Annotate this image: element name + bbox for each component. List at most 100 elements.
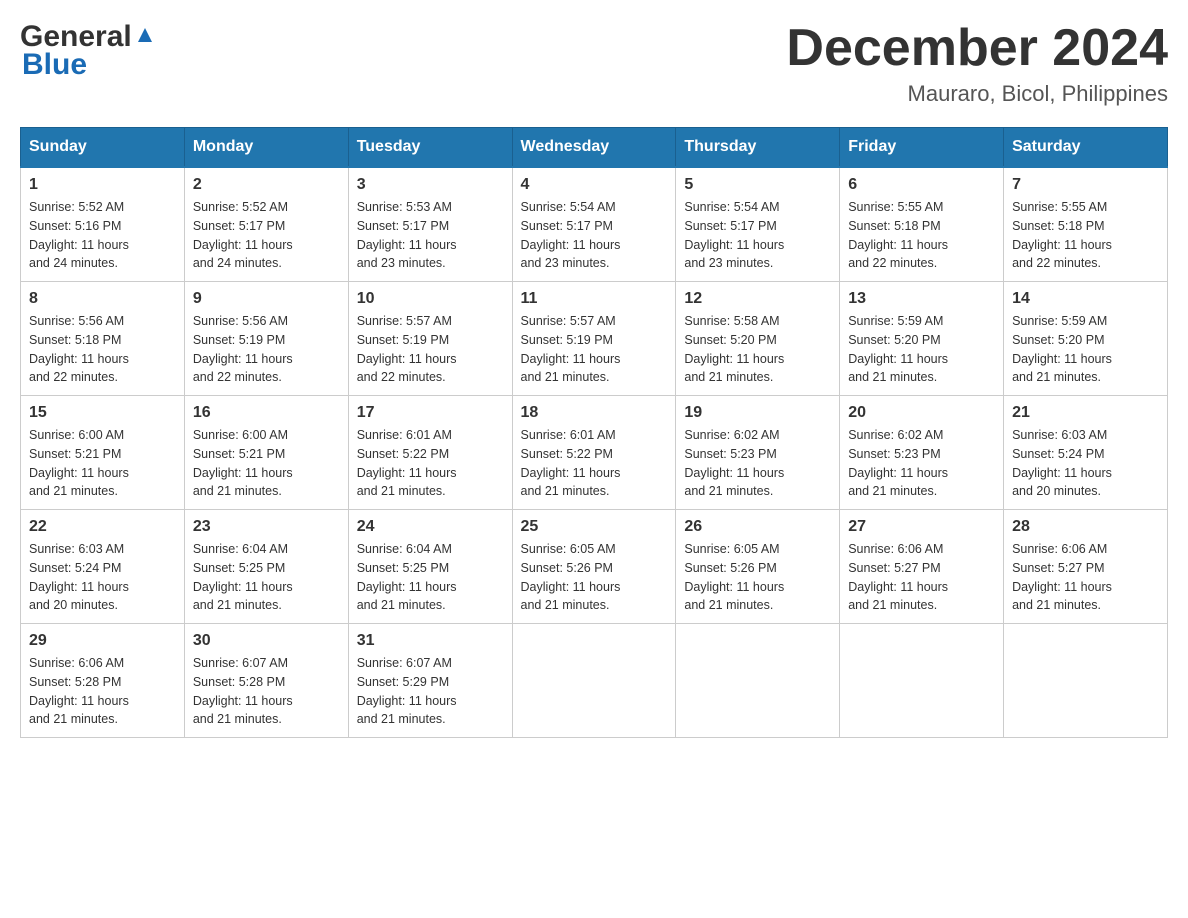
day-number: 7 [1012, 176, 1159, 194]
day-number: 5 [684, 176, 831, 194]
header-thursday: Thursday [676, 128, 840, 168]
calendar-cell: 9 Sunrise: 5:56 AM Sunset: 5:19 PM Dayli… [184, 282, 348, 396]
day-number: 19 [684, 404, 831, 422]
day-number: 15 [29, 404, 176, 422]
calendar-cell: 6 Sunrise: 5:55 AM Sunset: 5:18 PM Dayli… [840, 167, 1004, 282]
header-friday: Friday [840, 128, 1004, 168]
day-info: Sunrise: 5:53 AM Sunset: 5:17 PM Dayligh… [357, 198, 504, 273]
day-info: Sunrise: 5:56 AM Sunset: 5:18 PM Dayligh… [29, 312, 176, 387]
day-number: 6 [848, 176, 995, 194]
day-info: Sunrise: 6:04 AM Sunset: 5:25 PM Dayligh… [193, 540, 340, 615]
day-number: 18 [521, 404, 668, 422]
day-number: 26 [684, 518, 831, 536]
calendar-cell: 22 Sunrise: 6:03 AM Sunset: 5:24 PM Dayl… [21, 510, 185, 624]
day-number: 23 [193, 518, 340, 536]
day-info: Sunrise: 5:55 AM Sunset: 5:18 PM Dayligh… [848, 198, 995, 273]
day-info: Sunrise: 6:00 AM Sunset: 5:21 PM Dayligh… [193, 426, 340, 501]
calendar-table: Sunday Monday Tuesday Wednesday Thursday… [20, 127, 1168, 738]
day-number: 12 [684, 290, 831, 308]
day-info: Sunrise: 5:57 AM Sunset: 5:19 PM Dayligh… [357, 312, 504, 387]
day-info: Sunrise: 6:07 AM Sunset: 5:29 PM Dayligh… [357, 654, 504, 729]
day-info: Sunrise: 5:56 AM Sunset: 5:19 PM Dayligh… [193, 312, 340, 387]
day-number: 8 [29, 290, 176, 308]
calendar-cell: 3 Sunrise: 5:53 AM Sunset: 5:17 PM Dayli… [348, 167, 512, 282]
day-number: 25 [521, 518, 668, 536]
week-row-2: 8 Sunrise: 5:56 AM Sunset: 5:18 PM Dayli… [21, 282, 1168, 396]
logo-triangle-icon [134, 24, 156, 46]
day-number: 31 [357, 632, 504, 650]
day-info: Sunrise: 6:05 AM Sunset: 5:26 PM Dayligh… [521, 540, 668, 615]
day-number: 30 [193, 632, 340, 650]
day-info: Sunrise: 6:06 AM Sunset: 5:27 PM Dayligh… [848, 540, 995, 615]
day-info: Sunrise: 5:54 AM Sunset: 5:17 PM Dayligh… [684, 198, 831, 273]
day-info: Sunrise: 6:07 AM Sunset: 5:28 PM Dayligh… [193, 654, 340, 729]
calendar-cell: 29 Sunrise: 6:06 AM Sunset: 5:28 PM Dayl… [21, 624, 185, 738]
calendar-cell [1004, 624, 1168, 738]
calendar-cell: 11 Sunrise: 5:57 AM Sunset: 5:19 PM Dayl… [512, 282, 676, 396]
day-number: 2 [193, 176, 340, 194]
calendar-cell: 7 Sunrise: 5:55 AM Sunset: 5:18 PM Dayli… [1004, 167, 1168, 282]
calendar-cell [676, 624, 840, 738]
calendar-cell: 2 Sunrise: 5:52 AM Sunset: 5:17 PM Dayli… [184, 167, 348, 282]
day-info: Sunrise: 6:03 AM Sunset: 5:24 PM Dayligh… [1012, 426, 1159, 501]
calendar-cell: 4 Sunrise: 5:54 AM Sunset: 5:17 PM Dayli… [512, 167, 676, 282]
day-number: 16 [193, 404, 340, 422]
day-number: 3 [357, 176, 504, 194]
day-number: 1 [29, 176, 176, 194]
calendar-cell: 15 Sunrise: 6:00 AM Sunset: 5:21 PM Dayl… [21, 396, 185, 510]
day-info: Sunrise: 6:01 AM Sunset: 5:22 PM Dayligh… [521, 426, 668, 501]
page-header: General Blue December 2024 Mauraro, Bico… [20, 20, 1168, 107]
header-tuesday: Tuesday [348, 128, 512, 168]
calendar-cell: 12 Sunrise: 5:58 AM Sunset: 5:20 PM Dayl… [676, 282, 840, 396]
day-info: Sunrise: 5:52 AM Sunset: 5:16 PM Dayligh… [29, 198, 176, 273]
day-info: Sunrise: 5:59 AM Sunset: 5:20 PM Dayligh… [848, 312, 995, 387]
day-info: Sunrise: 5:55 AM Sunset: 5:18 PM Dayligh… [1012, 198, 1159, 273]
day-number: 10 [357, 290, 504, 308]
header-sunday: Sunday [21, 128, 185, 168]
logo: General Blue [20, 20, 156, 82]
day-number: 21 [1012, 404, 1159, 422]
calendar-cell: 25 Sunrise: 6:05 AM Sunset: 5:26 PM Dayl… [512, 510, 676, 624]
calendar-cell: 8 Sunrise: 5:56 AM Sunset: 5:18 PM Dayli… [21, 282, 185, 396]
day-number: 20 [848, 404, 995, 422]
day-info: Sunrise: 6:03 AM Sunset: 5:24 PM Dayligh… [29, 540, 176, 615]
calendar-cell: 24 Sunrise: 6:04 AM Sunset: 5:25 PM Dayl… [348, 510, 512, 624]
calendar-cell: 18 Sunrise: 6:01 AM Sunset: 5:22 PM Dayl… [512, 396, 676, 510]
week-row-5: 29 Sunrise: 6:06 AM Sunset: 5:28 PM Dayl… [21, 624, 1168, 738]
month-title: December 2024 [786, 20, 1168, 77]
day-info: Sunrise: 5:59 AM Sunset: 5:20 PM Dayligh… [1012, 312, 1159, 387]
day-info: Sunrise: 6:04 AM Sunset: 5:25 PM Dayligh… [357, 540, 504, 615]
day-info: Sunrise: 6:02 AM Sunset: 5:23 PM Dayligh… [684, 426, 831, 501]
week-row-3: 15 Sunrise: 6:00 AM Sunset: 5:21 PM Dayl… [21, 396, 1168, 510]
calendar-cell: 30 Sunrise: 6:07 AM Sunset: 5:28 PM Dayl… [184, 624, 348, 738]
day-info: Sunrise: 6:06 AM Sunset: 5:28 PM Dayligh… [29, 654, 176, 729]
calendar-cell: 28 Sunrise: 6:06 AM Sunset: 5:27 PM Dayl… [1004, 510, 1168, 624]
calendar-cell [512, 624, 676, 738]
calendar-cell: 14 Sunrise: 5:59 AM Sunset: 5:20 PM Dayl… [1004, 282, 1168, 396]
calendar-cell: 21 Sunrise: 6:03 AM Sunset: 5:24 PM Dayl… [1004, 396, 1168, 510]
day-number: 4 [521, 176, 668, 194]
logo-blue: Blue [22, 48, 87, 81]
calendar-cell: 10 Sunrise: 5:57 AM Sunset: 5:19 PM Dayl… [348, 282, 512, 396]
day-info: Sunrise: 6:01 AM Sunset: 5:22 PM Dayligh… [357, 426, 504, 501]
calendar-cell [840, 624, 1004, 738]
calendar-cell: 19 Sunrise: 6:02 AM Sunset: 5:23 PM Dayl… [676, 396, 840, 510]
location-title: Mauraro, Bicol, Philippines [786, 81, 1168, 107]
header-saturday: Saturday [1004, 128, 1168, 168]
calendar-cell: 1 Sunrise: 5:52 AM Sunset: 5:16 PM Dayli… [21, 167, 185, 282]
day-number: 27 [848, 518, 995, 536]
day-info: Sunrise: 5:57 AM Sunset: 5:19 PM Dayligh… [521, 312, 668, 387]
title-block: December 2024 Mauraro, Bicol, Philippine… [786, 20, 1168, 107]
calendar-cell: 16 Sunrise: 6:00 AM Sunset: 5:21 PM Dayl… [184, 396, 348, 510]
day-number: 9 [193, 290, 340, 308]
day-number: 17 [357, 404, 504, 422]
calendar-cell: 5 Sunrise: 5:54 AM Sunset: 5:17 PM Dayli… [676, 167, 840, 282]
header-monday: Monday [184, 128, 348, 168]
day-info: Sunrise: 5:54 AM Sunset: 5:17 PM Dayligh… [521, 198, 668, 273]
day-number: 11 [521, 290, 668, 308]
day-number: 28 [1012, 518, 1159, 536]
day-info: Sunrise: 5:58 AM Sunset: 5:20 PM Dayligh… [684, 312, 831, 387]
calendar-cell: 20 Sunrise: 6:02 AM Sunset: 5:23 PM Dayl… [840, 396, 1004, 510]
calendar-cell: 17 Sunrise: 6:01 AM Sunset: 5:22 PM Dayl… [348, 396, 512, 510]
calendar-cell: 26 Sunrise: 6:05 AM Sunset: 5:26 PM Dayl… [676, 510, 840, 624]
